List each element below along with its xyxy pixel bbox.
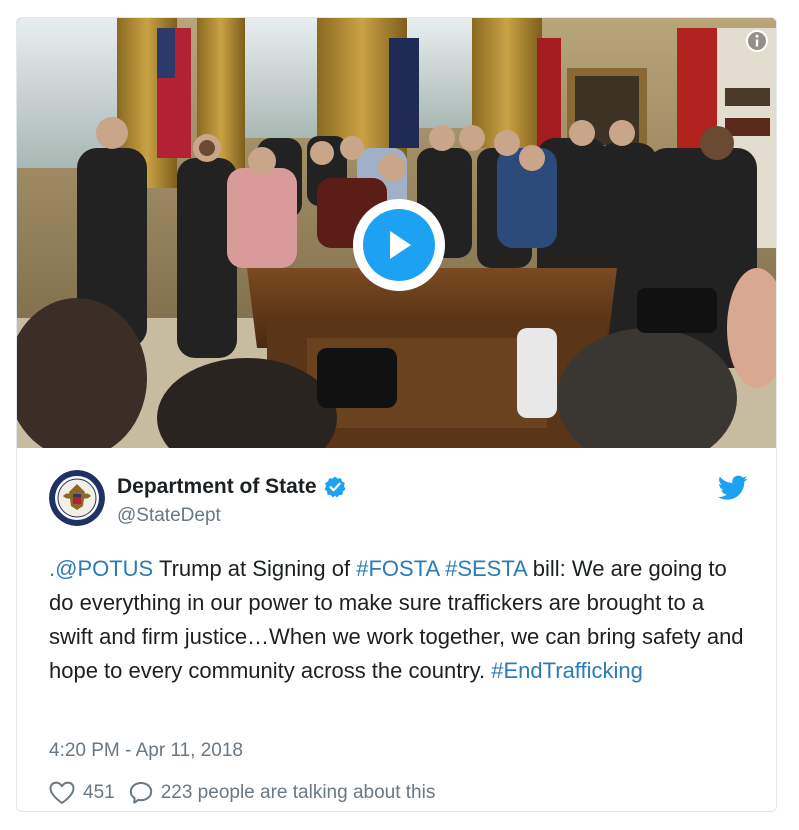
hashtag-link-fosta[interactable]: #FOSTA [356, 556, 439, 581]
hashtag-link-sesta[interactable]: #SESTA [445, 556, 527, 581]
embedded-tweet-card: Department of State @StateDept .@POTUS T… [16, 17, 777, 812]
like-count: 451 [83, 782, 115, 803]
play-button[interactable] [353, 199, 445, 291]
mention-link-potus[interactable]: .@POTUS [49, 556, 153, 581]
conversation-count-text: 223 people are talking about this [160, 782, 436, 803]
play-icon [390, 231, 411, 259]
avatar[interactable] [49, 470, 105, 526]
conversation-link[interactable]: 223 people are talking about this [129, 781, 436, 805]
author-name[interactable]: Department of State [117, 475, 347, 499]
tweet-actions: 451 223 people are talking about this [49, 781, 435, 805]
tweet-timestamp[interactable]: 4:20 PM - Apr 11, 2018 [49, 740, 243, 762]
author-handle[interactable]: @StateDept [117, 505, 221, 527]
tweet-text: .@POTUS Trump at Signing of #FOSTA #SEST… [49, 552, 749, 688]
verified-badge-icon [324, 476, 346, 498]
author-name-label: Department of State [117, 475, 317, 498]
video-preview[interactable] [17, 18, 776, 448]
tweet-body: Department of State @StateDept .@POTUS T… [17, 448, 776, 811]
tweet-text-segment: Trump at Signing of [153, 556, 357, 581]
speech-bubble-icon [129, 782, 152, 804]
like-button[interactable]: 451 [49, 781, 115, 805]
info-icon[interactable] [746, 30, 768, 52]
twitter-bird-icon[interactable] [718, 475, 748, 501]
play-button-circle [363, 209, 435, 281]
heart-icon [49, 781, 75, 804]
hashtag-link-endtrafficking[interactable]: #EndTrafficking [491, 658, 643, 683]
